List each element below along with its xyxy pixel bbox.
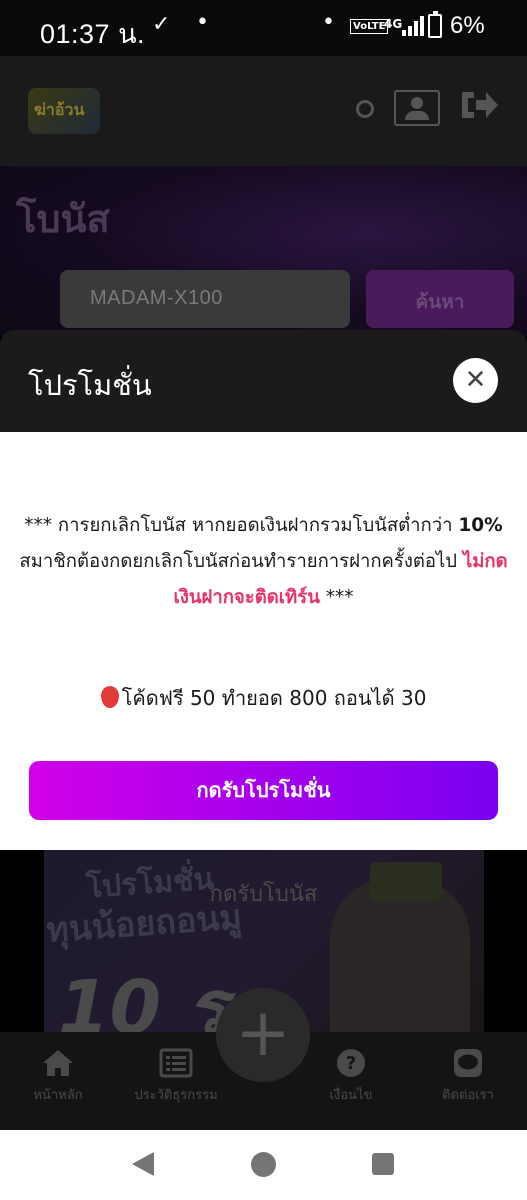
search-button[interactable]: ค้นหา bbox=[366, 270, 514, 328]
nav-label: ติดต่อเรา bbox=[442, 1088, 494, 1103]
logout-icon[interactable] bbox=[458, 88, 500, 122]
battery-icon bbox=[428, 11, 442, 38]
bonus-cancel-notice: *** การยกเลิกโบนัส หากยอดเงินฝากรวมโบนัส… bbox=[18, 508, 509, 616]
notification-dot-icon: • bbox=[196, 10, 209, 35]
svg-text:?: ? bbox=[346, 1053, 356, 1074]
nav-label: หน้าหลัก bbox=[33, 1088, 83, 1103]
promo-text: โค้ดฟรี 50 ทำยอด 800 ถอนได้ 30 bbox=[121, 686, 427, 710]
nav-item-contact[interactable]: ติดต่อเรา bbox=[428, 1048, 508, 1105]
nav-item-home[interactable]: หน้าหลัก bbox=[26, 1048, 90, 1105]
notice-text: *** bbox=[319, 587, 354, 608]
volte-badge: VoLTE bbox=[350, 19, 389, 34]
app-header: ฆ่าอ้วน bbox=[0, 56, 527, 166]
clock: 01:37 น. bbox=[40, 19, 146, 49]
line-chat-icon bbox=[454, 1049, 482, 1077]
page-hero: โบนัส MADAM-X100 ค้นหา bbox=[0, 166, 527, 336]
back-icon[interactable] bbox=[132, 1152, 154, 1176]
check-icon: ✓ bbox=[152, 12, 171, 37]
notice-percent: 10% bbox=[458, 515, 503, 536]
receive-bonus-label[interactable]: กดรับโบนัส bbox=[0, 876, 527, 911]
system-nav-bar bbox=[0, 1130, 527, 1200]
promo-description: โค้ดฟรี 50 ทำยอด 800 ถอนได้ 30 bbox=[0, 682, 527, 714]
notice-text: *** การยกเลิกโบนัส หากยอดเงินฝากรวมโบนัส… bbox=[24, 515, 459, 536]
user-icon[interactable] bbox=[394, 90, 440, 126]
nav-label: ประวัติธุรกรรม bbox=[134, 1088, 218, 1103]
question-icon: ? bbox=[337, 1049, 365, 1077]
add-button[interactable]: + bbox=[216, 988, 310, 1082]
home-button-icon[interactable] bbox=[251, 1152, 276, 1177]
list-icon bbox=[159, 1048, 193, 1078]
nav-label: เงื่อนไข bbox=[329, 1088, 373, 1103]
nav-item-terms[interactable]: ? เงื่อนไข bbox=[318, 1048, 384, 1105]
network-type: 4G bbox=[384, 17, 403, 31]
logo-text: ฆ่าอ้วน bbox=[34, 102, 85, 119]
banner-big-text: 10 ร bbox=[58, 965, 227, 1040]
search-icon[interactable] bbox=[356, 100, 374, 118]
recent-apps-icon[interactable] bbox=[372, 1153, 394, 1175]
brand-logo[interactable]: ฆ่าอ้วน bbox=[28, 88, 100, 134]
notification-dot-icon: • bbox=[322, 10, 335, 35]
claim-promotion-button[interactable]: กดรับโปรโมชั่น bbox=[29, 761, 498, 820]
balloon-icon bbox=[100, 686, 119, 708]
battery-percent: 6% bbox=[450, 12, 485, 39]
notice-text: สมาชิกต้องกดยกเลิกโบนัสก่อนทำรายการฝากคร… bbox=[19, 551, 463, 572]
modal-title: โปรโมชั่น bbox=[28, 368, 152, 402]
coupon-input[interactable]: MADAM-X100 bbox=[60, 270, 350, 328]
modal-header: โปรโมชั่น bbox=[0, 330, 527, 432]
page-title: โบนัส bbox=[16, 197, 110, 241]
home-icon bbox=[43, 1050, 73, 1076]
close-button[interactable]: ✕ bbox=[453, 358, 498, 403]
status-bar: 01:37 น. ✓ • • VoLTE 4G 6% bbox=[0, 0, 527, 56]
nav-item-history[interactable]: ประวัติธุรกรรม bbox=[126, 1048, 226, 1105]
modal-body: *** การยกเลิกโบนัส หากยอดเงินฝากรวมโบนัส… bbox=[0, 432, 527, 850]
signal-icon bbox=[402, 16, 424, 36]
